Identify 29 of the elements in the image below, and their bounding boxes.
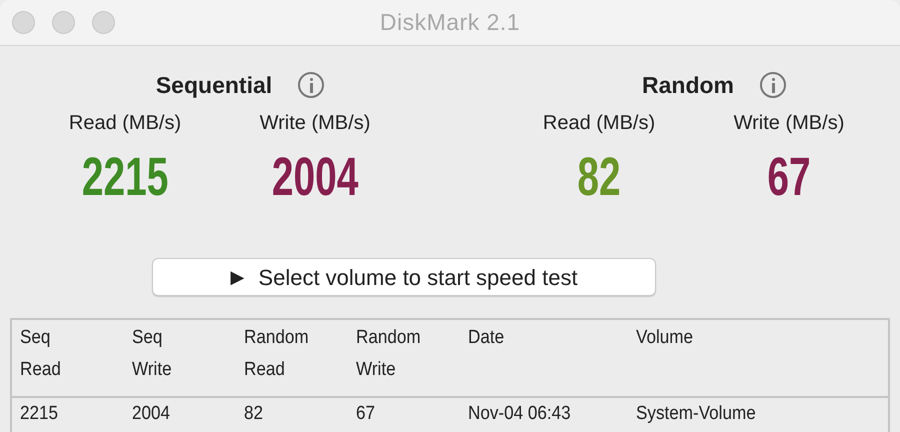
column-header[interactable]: Seq Write (132, 322, 172, 386)
section-heading: Sequential (156, 70, 272, 100)
window-control-button[interactable] (12, 11, 35, 34)
table-cell-text: 67 (356, 402, 376, 426)
metric-label: Read (MB/s) (542, 111, 656, 136)
metric-label: Write (MB/s) (260, 111, 370, 136)
metric-label: Write (MB/s) (734, 111, 844, 136)
info-icon[interactable] (298, 72, 324, 98)
metric-value: 82 (577, 150, 621, 204)
start-button[interactable]: ▶ Select volume to start speed test (152, 258, 656, 296)
table-cell-text: Nov-04 06:43 (468, 402, 571, 426)
column-header[interactable]: Volume (636, 322, 694, 354)
table-cell-text: System-Volume (636, 402, 756, 426)
column-header[interactable]: Random Write (356, 322, 421, 386)
table-cell-text: 2004 (132, 402, 170, 426)
section-heading: Random (642, 70, 734, 100)
metric-label: Read (MB/s) (68, 111, 182, 136)
column-header[interactable]: Seq Read (20, 322, 61, 386)
info-icon[interactable] (760, 72, 786, 98)
window-title: DiskMark 2.1 (380, 8, 520, 38)
table-cell-text: 2215 (20, 402, 58, 426)
window-control-button[interactable] (92, 11, 115, 34)
column-header[interactable]: Date (468, 322, 504, 354)
window-control-button[interactable] (52, 11, 75, 34)
table-cell-text: 82 (244, 402, 264, 426)
metric-value: 67 (767, 150, 811, 204)
column-header[interactable]: Random Read (244, 322, 309, 386)
metric-value: 2004 (272, 150, 358, 204)
metric-value: 2215 (82, 150, 168, 204)
